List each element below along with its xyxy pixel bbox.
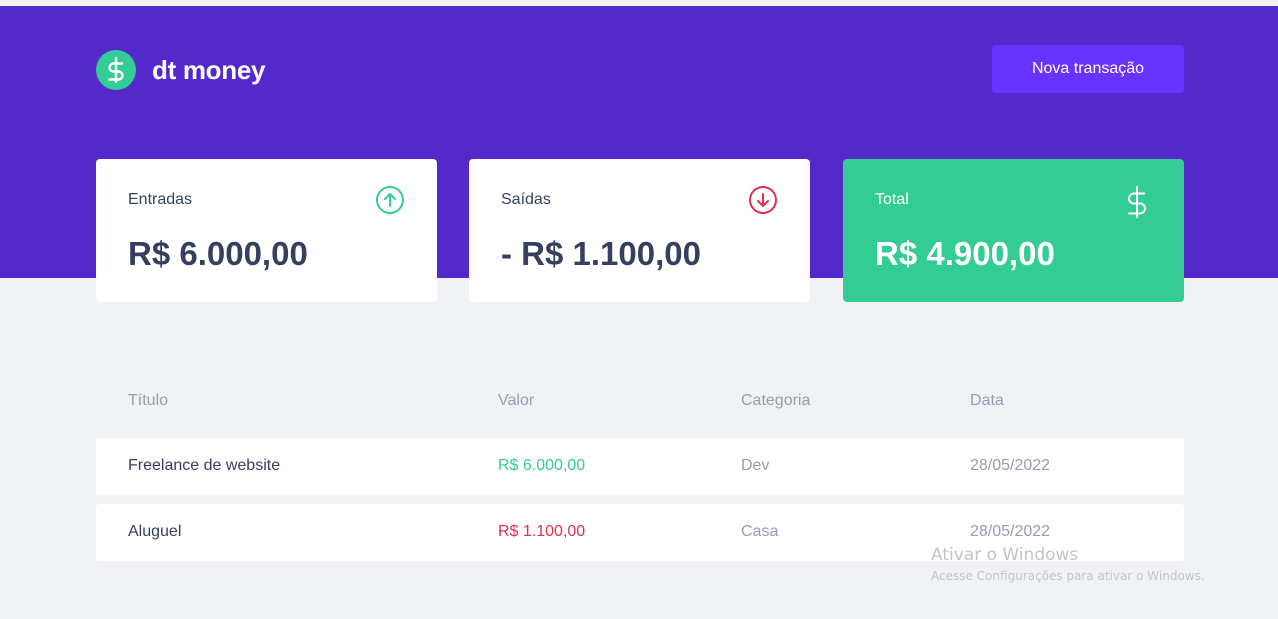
new-transaction-button[interactable]: Nova transação: [992, 45, 1184, 93]
transaction-category: Dev: [741, 457, 770, 474]
transactions-table-header: Título Valor Categoria Data: [96, 392, 1184, 414]
outcome-label: Saídas: [501, 191, 551, 208]
outcome-value: - R$ 1.100,00: [501, 235, 701, 272]
arrow-circle-up-icon: [375, 185, 405, 215]
summary-card-total: Total R$ 4.900,00: [843, 159, 1184, 302]
watermark-subtitle: Acesse Configurações para ativar o Windo…: [931, 569, 1205, 583]
watermark-title: Ativar o Windows: [931, 545, 1079, 565]
table-row: Freelance de website R$ 6.000,00 Dev 28/…: [96, 438, 1184, 495]
transaction-amount: R$ 6.000,00: [498, 457, 586, 474]
income-value: R$ 6.000,00: [128, 235, 308, 272]
total-label: Total: [875, 191, 909, 208]
column-header-category: Categoria: [741, 392, 811, 409]
column-header-amount: Valor: [498, 392, 535, 409]
dollar-sign-icon: [1122, 185, 1152, 218]
app-logo: dt money: [96, 50, 265, 90]
income-label: Entradas: [128, 191, 193, 208]
summary-card-income: Entradas R$ 6.000,00: [96, 159, 437, 302]
transaction-category: Casa: [741, 523, 779, 540]
windows-activation-watermark: Ativar o Windows Acesse Configurações pa…: [931, 545, 1205, 583]
column-header-date: Data: [970, 392, 1004, 409]
transaction-title: Aluguel: [128, 523, 182, 540]
transaction-date: 28/05/2022: [970, 523, 1051, 540]
arrow-circle-down-icon: [748, 185, 778, 215]
transaction-title: Freelance de website: [128, 457, 281, 474]
dollar-logo-icon: [96, 50, 136, 90]
logo-text: dt money: [152, 54, 266, 85]
transaction-date: 28/05/2022: [970, 457, 1051, 474]
column-header-title: Título: [128, 392, 169, 409]
transaction-amount: R$ 1.100,00: [498, 523, 586, 540]
total-value: R$ 4.900,00: [875, 235, 1055, 272]
summary-card-outcome: Saídas - R$ 1.100,00: [469, 159, 810, 302]
